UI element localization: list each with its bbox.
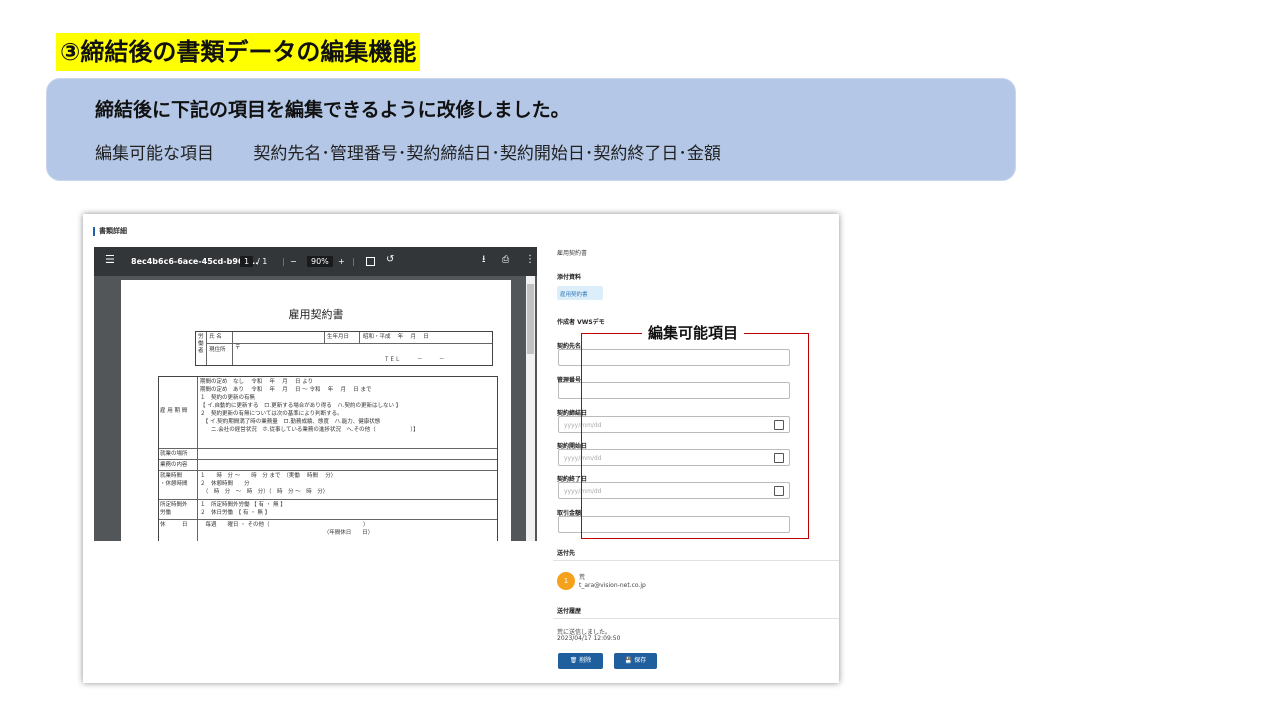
workplace-label: 就業の場所 [160,451,188,457]
attachment-chip[interactable]: 雇用契約書 [557,286,603,300]
scrollbar-thumb[interactable] [527,284,534,354]
toolbar-divider: | [282,257,285,266]
trash-icon: 🗑 [569,657,578,664]
term-text: 期間の定め なし 令和 年 月 日 より 期間の定め あり 令和 年 月 日 ～… [200,379,419,433]
address-label: 現住所 [209,347,226,353]
contract-terms-table: 雇 用 期 間 期間の定め なし 令和 年 月 日 より 期間の定め あり 令和… [158,376,498,541]
pdf-viewer[interactable]: 雇用契約書 労働者 氏 名 生年月日 昭和・平成 年 月 日 現住所 〒 ＴＥＬ… [94,276,537,541]
history-time: 2023/04/17 12:09:50 [557,635,621,642]
overtime-label: 所定時間外 労働 [160,502,188,516]
rotate-icon[interactable]: ↺ [386,254,394,265]
print-icon[interactable]: ⎙ [502,255,509,266]
toolbar-divider: | [352,257,355,266]
save-button[interactable]: 💾 保存 [614,653,657,669]
hours-text: １ 時 分 ～ 時 分 まで （実働 時間 分） ２ 休憩時間 分 （ 時 分 … [200,473,337,495]
pdf-toolbar: ☰ 8ec4b6c6-6ace-45cd-b965... 1 / 1 | − 9… [94,247,537,276]
history-label: 送付履歴 [557,608,582,615]
worker-info-table: 労働者 氏 名 生年月日 昭和・平成 年 月 日 現住所 〒 ＴＥＬ － － [195,331,493,366]
page-count: / 1 [257,257,268,266]
name-label: 氏 名 [209,334,222,340]
editable-fields-frame [581,333,809,539]
menu-icon[interactable]: ☰ [105,254,115,265]
page-number-input[interactable]: 1 [240,256,254,267]
postal-mark: 〒 [235,345,241,351]
tel-label: ＴＥＬ － － [384,357,445,363]
duties-label: 業務の内容 [160,462,188,468]
save-icon: 💾 [624,657,633,664]
document-type: 雇用契約書 [557,250,588,257]
term-label: 雇 用 期 間 [160,408,188,414]
holiday-text: 毎週 曜日 ・ その他（ ） （年間休日 日） [205,522,374,536]
recipient-avatar: 1 [557,572,575,590]
save-button-label: 保存 [634,657,647,664]
recipient-name: 荒 [579,574,586,581]
overtime-text: １ 所定時間外労働 【 有 ・ 無 】 ２ 休日労働 【 有 ・ 無 】 [200,502,286,516]
holiday-label: 休 日 [160,522,188,528]
delete-button[interactable]: 🗑 削除 [558,653,603,669]
recipient-email: t_ara@vision-net.co.jp [579,582,646,589]
banner-heading: 締結後に下記の項目を編集できるように改修しました。 [95,99,570,121]
zoom-input[interactable]: 90% [307,256,333,267]
fit-page-icon[interactable] [366,257,375,266]
page-title: 書類詳細 [93,227,127,236]
delete-button-label: 削除 [579,657,592,664]
download-icon[interactable]: ⭳ [482,254,486,265]
more-icon[interactable]: ⋮ [525,254,535,265]
worker-side-label: 労働者 [198,334,204,354]
zoom-in-button[interactable]: + [338,256,345,267]
editable-fields-label: 編集可能項目 [642,323,745,343]
banner-editable-items: 編集可能な項目 契約先名･管理番号･契約締結日･契約開始日･契約終了日･金額 [95,144,721,164]
slide-title: ③締結後の書類データの編集機能 [56,33,421,71]
hours-label: 就業時間 ・休憩時間 [160,473,188,487]
creator-label: 作成者 VWSデモ [557,319,605,326]
summary-banner: 締結後に下記の項目を編集できるように改修しました。 編集可能な項目 契約先名･管… [46,78,1016,181]
pdf-page: 雇用契約書 労働者 氏 名 生年月日 昭和・平成 年 月 日 現住所 〒 ＴＥＬ… [121,280,511,541]
pdf-scrollbar[interactable] [526,276,535,541]
birth-value: 昭和・平成 年 月 日 [363,334,429,340]
zoom-out-button[interactable]: − [290,256,297,267]
document-title: 雇用契約書 [288,308,344,321]
send-to-label: 送付先 [557,550,576,557]
birth-label: 生年月日 [327,334,350,340]
attachment-label: 添付資料 [557,274,582,281]
